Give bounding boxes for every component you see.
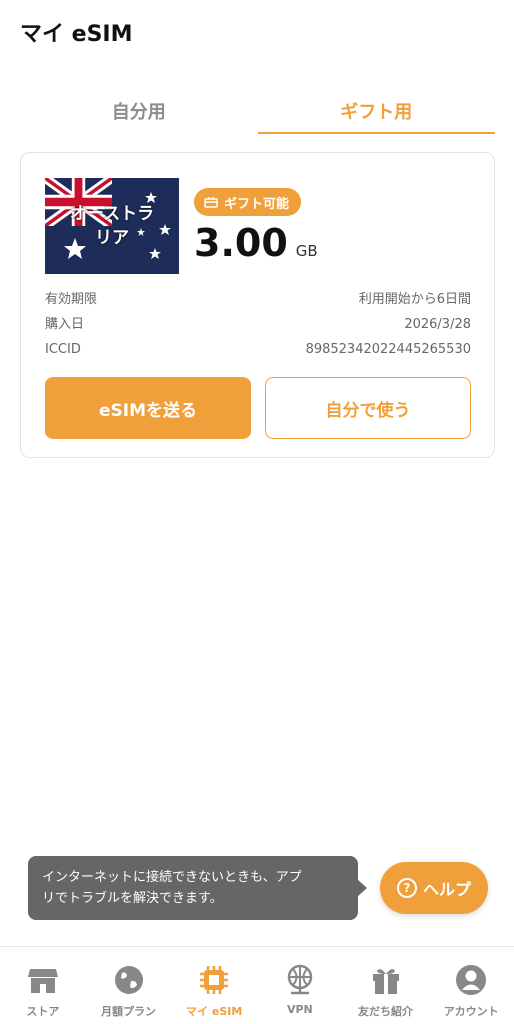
question-icon: ? bbox=[396, 878, 417, 898]
tab-personal[interactable]: 自分用 bbox=[20, 90, 258, 134]
nav-item-my-esim[interactable]: マイ eSIM bbox=[171, 947, 257, 1024]
send-esim-button[interactable]: eSIMを送る bbox=[45, 377, 251, 439]
gift-available-badge: ギフト可能 bbox=[194, 188, 302, 216]
nav-item-vpn[interactable]: VPN bbox=[257, 947, 343, 1024]
nav-item-monthly-plan[interactable]: 月額プラン bbox=[86, 947, 172, 1024]
detail-row-purchase-date: 購入日 2026/3/28 bbox=[45, 317, 471, 332]
details-list: 有効期限 利用開始から6日間 購入日 2026/3/28 ICCID 89852… bbox=[45, 287, 471, 362]
bottom-nav: ストア 月額プラン マイ eSIM VPN 友だち紹介 アカウント bbox=[0, 946, 514, 1024]
country-name: オーストラ リア bbox=[69, 204, 155, 248]
data-amount-unit: GB bbox=[295, 242, 318, 260]
page-title: マイ eSIM bbox=[20, 22, 133, 47]
tab-bar: 自分用 ギフト用 bbox=[20, 90, 495, 134]
help-tooltip: インターネットに接続できないときも、アプ リでトラブルを解決できます。 bbox=[28, 856, 367, 920]
use-myself-button[interactable]: 自分で使う bbox=[265, 377, 471, 439]
data-amount: 3.00 GB bbox=[194, 221, 318, 265]
chip-icon bbox=[200, 966, 229, 994]
esim-card[interactable]: オーストラ リア ギフト可能 3.00 GB 有効期限 利用開始から6日間 購入… bbox=[20, 152, 495, 458]
nav-item-referral[interactable]: 友だち紹介 bbox=[343, 947, 429, 1024]
australia-flag-image: オーストラ リア bbox=[45, 178, 179, 274]
globe-icon bbox=[114, 966, 143, 994]
data-amount-value: 3.00 bbox=[194, 221, 288, 265]
app: マイ eSIM 自分用 ギフト用 オーストラ リア ギフト可能 3.00 GB … bbox=[0, 0, 514, 1024]
gift-icon bbox=[372, 969, 399, 994]
detail-row-validity: 有効期限 利用開始から6日間 bbox=[45, 292, 471, 307]
gift-card-icon bbox=[204, 197, 218, 208]
help-button[interactable]: ? ヘルプ bbox=[380, 862, 488, 914]
detail-row-iccid: ICCID 89852342022445265530 bbox=[45, 342, 471, 357]
account-icon bbox=[456, 965, 487, 995]
nav-item-store[interactable]: ストア bbox=[0, 947, 86, 1024]
nav-item-account[interactable]: アカウント bbox=[428, 947, 514, 1024]
tab-gift[interactable]: ギフト用 bbox=[257, 90, 496, 134]
network-icon bbox=[287, 964, 313, 995]
store-icon bbox=[27, 969, 58, 993]
